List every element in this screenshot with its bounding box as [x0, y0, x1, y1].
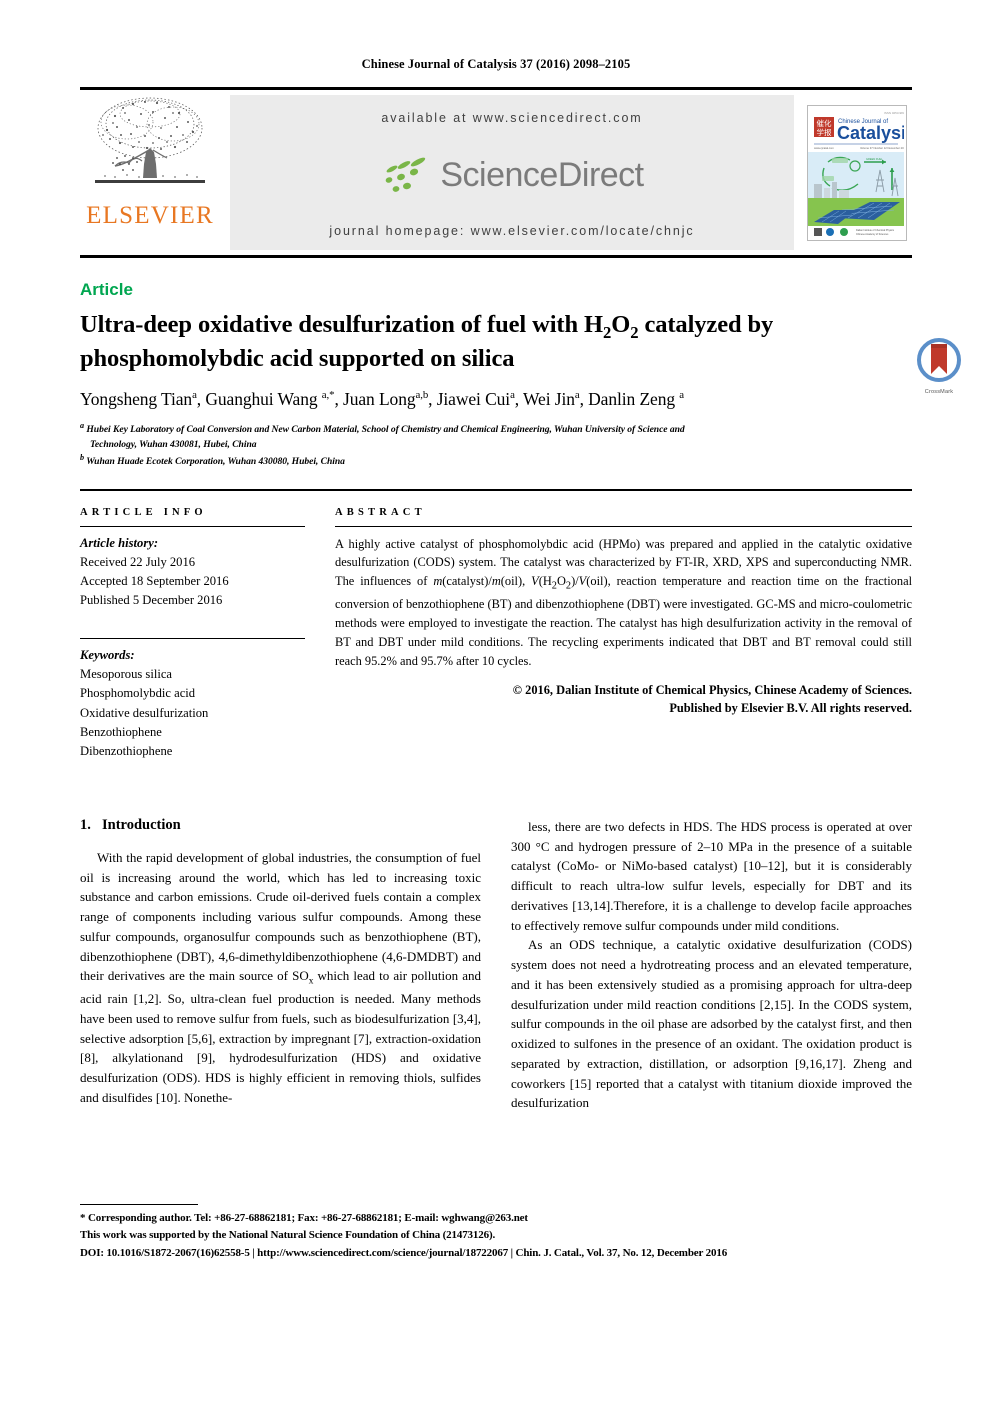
running-head: Chinese Journal of Catalysis 37 (2016) 2…: [361, 57, 631, 71]
crossmark-label: CrossMark: [924, 389, 954, 395]
page-title: Ultra-deep oxidative desulfurization of …: [80, 309, 890, 375]
keyword-item: Benzothiophene: [80, 724, 162, 739]
elsevier-logo: ELSEVIER: [80, 92, 220, 253]
article-accepted: Accepted 18 September 2016: [80, 573, 229, 588]
abstract-column: ABSTRACT A highly active catalyst of pho…: [335, 507, 912, 761]
article-history: Article history: Received 22 July 2016 A…: [80, 534, 305, 611]
abstract-heading: ABSTRACT: [335, 506, 426, 518]
body-column-right: less, there are two defects in HDS. The …: [511, 817, 912, 1113]
article-received: Received 22 July 2016: [80, 554, 196, 569]
abstract-copyright: © 2016, Dalian Institute of Chemical Phy…: [335, 681, 912, 718]
crossmark-icon[interactable]: [916, 337, 962, 383]
abstract-text: A highly active catalyst of phosphomolyb…: [335, 536, 913, 668]
title-part-1: Ultra-deep oxidative desulfurization of …: [80, 311, 603, 338]
info-abstract-block: ARTICLE INFO Article history: Received 2…: [80, 507, 912, 761]
article-page: Chinese Journal of Catalysis 37 (2016) 2…: [0, 0, 992, 1403]
elsevier-tree-icon: [95, 97, 205, 183]
keyword-item: Mesoporous silica: [80, 667, 172, 682]
keyword-item: Dibenzothiophene: [80, 743, 173, 758]
journal-cover-art-icon: ISSN 0253-9837 催化 学报 Chinese Journal of …: [808, 105, 906, 238]
section-divider-top: [80, 488, 912, 491]
svg-text:www.cjcatal.com: www.cjcatal.com: [814, 146, 835, 150]
affiliation-b: b Wuhan Huade Ecotek Corporation, Wuhan …: [80, 453, 345, 468]
title-part-2: catalyzed by: [638, 311, 774, 338]
keywords-block: Keywords: Mesoporous silica Phosphomolyb…: [80, 646, 305, 761]
intro-paragraph-right-2: As an ODS technique, a catalytic oxidati…: [511, 937, 912, 1111]
article-info-heading: ARTICLE INFO: [80, 506, 207, 518]
sciencedirect-banner: available at www.sciencedirect.com Scien…: [230, 95, 794, 250]
title-sub-1: 2: [602, 322, 612, 342]
svg-text:催化: 催化: [817, 118, 832, 128]
doi-note: DOI: 10.1016/S1872-2067(16)62558-5 | htt…: [80, 1247, 728, 1260]
article-history-label: Article history:: [80, 535, 159, 550]
keyword-item: Phosphomolybdic acid: [80, 686, 196, 701]
svg-text:Chinese Academy of Sciences: Chinese Academy of Sciences: [856, 233, 889, 236]
crossmark-badge[interactable]: CrossMark: [908, 337, 970, 395]
affiliation-b-text: Wuhan Huade Ecotek Corporation, Wuhan 43…: [86, 456, 345, 468]
article-info-column: ARTICLE INFO Article history: Received 2…: [80, 507, 335, 761]
svg-text:ISSN 0253-9837: ISSN 0253-9837: [884, 111, 904, 115]
svg-text:Volume 37 Number 12 December 2: Volume 37 Number 12 December 2016: [860, 146, 904, 150]
keywords-rule: [80, 638, 305, 640]
body-column-left: 1. Introduction With the rapid developmen…: [80, 817, 481, 1113]
sciencedirect-logo: ScienceDirect: [380, 153, 644, 197]
abstract-rule: [335, 525, 912, 527]
journal-homepage-text: journal homepage: www.elsevier.com/locat…: [329, 224, 695, 238]
article-info-rule: [80, 525, 305, 527]
affiliation-a: a Hubei Key Laboratory of Coal Conversio…: [80, 420, 912, 453]
section-title: Introduction: [102, 816, 181, 833]
title-line-2: phosphomolybdic acid supported on silica: [80, 345, 515, 373]
svg-text:Dalian Institute of Chemical P: Dalian Institute of Chemical Physics: [856, 229, 895, 232]
available-at-text: available at www.sciencedirect.com: [381, 111, 643, 125]
body-columns: 1. Introduction With the rapid developmen…: [80, 817, 912, 1113]
sciencedirect-wordmark: ScienceDirect: [440, 155, 644, 194]
journal-cover: ISSN 0253-9837 催化 学报 Chinese Journal of …: [802, 92, 912, 253]
copyright-line-1: © 2016, Dalian Institute of Chemical Phy…: [512, 682, 912, 697]
corresponding-author-note: * Corresponding author. Tel: +86-27-6886…: [80, 1211, 528, 1224]
keywords-label: Keywords:: [80, 648, 135, 663]
copyright-line-2: Published by Elsevier B.V. All rights re…: [669, 701, 912, 716]
sciencedirect-leaf-icon: [386, 157, 426, 192]
svg-text:Catalysis: Catalysis: [837, 123, 904, 143]
intro-paragraph-right-1: less, there are two defects in HDS. The …: [511, 818, 912, 933]
section-number: 1.: [80, 816, 91, 833]
article-type-label: Article: [80, 280, 133, 299]
page-footnotes: * Corresponding author. Tel: +86-27-6886…: [80, 1203, 912, 1263]
title-part-mid: O: [611, 311, 631, 338]
affiliations: a Hubei Key Laboratory of Coal Conversio…: [80, 420, 912, 471]
funding-note: This work was supported by the National …: [80, 1229, 496, 1242]
article-published: Published 5 December 2016: [80, 592, 223, 607]
journal-cover-thumbnail: ISSN 0253-9837 催化 学报 Chinese Journal of …: [807, 104, 907, 241]
section-heading-introduction: 1. Introduction: [80, 817, 481, 834]
author-list: Yongsheng Tiana, Guanghui Wang a,*, Juan…: [80, 388, 684, 409]
svg-text:GREEN FUEL: GREEN FUEL: [866, 157, 883, 161]
journal-masthead: ELSEVIER available at www.sciencedirect.…: [80, 87, 912, 258]
affiliation-a-text: Hubei Key Laboratory of Coal Conversion …: [86, 423, 685, 435]
elsevier-wordmark: ELSEVIER: [86, 202, 214, 229]
affiliation-a-continued: Technology, Wuhan 430081, Hubei, China: [90, 438, 257, 450]
keyword-item: Oxidative desulfurization: [80, 705, 209, 720]
svg-text:学报: 学报: [817, 127, 832, 137]
footnote-divider: [80, 1203, 198, 1205]
intro-paragraph-left: With the rapid development of global ind…: [80, 849, 481, 1105]
